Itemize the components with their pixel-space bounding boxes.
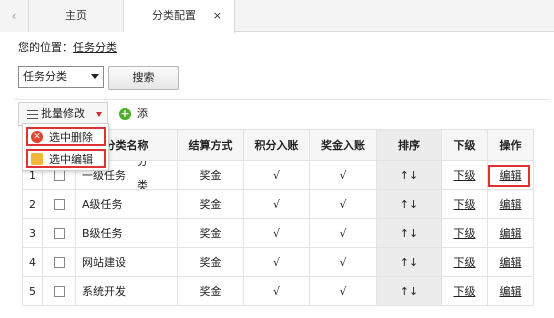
close-icon[interactable]: × bbox=[213, 0, 222, 32]
row-sort-arrows[interactable]: ↑↓ bbox=[376, 276, 442, 306]
row-edit-link[interactable]: 编辑 bbox=[500, 256, 522, 269]
row-op-cell: 编辑 bbox=[487, 189, 534, 219]
row-sub-link[interactable]: 下级 bbox=[454, 256, 476, 269]
delete-icon: ✕ bbox=[31, 131, 43, 143]
row-index: 5 bbox=[22, 276, 43, 306]
col-header-settle: 结算方式 bbox=[177, 129, 244, 161]
menu-item-edit-selected[interactable]: 选中编辑 bbox=[26, 149, 106, 168]
row-checkbox[interactable] bbox=[42, 276, 76, 306]
row-index: 3 bbox=[22, 218, 43, 248]
row-points: √ bbox=[243, 218, 310, 248]
row-index: 4 bbox=[22, 247, 43, 277]
row-op-cell: 编辑 bbox=[487, 218, 534, 248]
col-header-sub: 下级 bbox=[441, 129, 488, 161]
search-button[interactable]: 搜索 bbox=[108, 66, 179, 90]
row-op-cell: 编辑 bbox=[487, 276, 534, 306]
table-row: 5 系统开发 奖金 √ √ ↑↓ 下级 编辑 bbox=[22, 276, 534, 306]
row-name: 网站建设 bbox=[75, 247, 178, 277]
row-sort-arrows[interactable]: ↑↓ bbox=[376, 247, 442, 277]
sort-arrows-icon[interactable]: ↑↓ bbox=[400, 198, 418, 211]
row-bonus: √ bbox=[309, 247, 377, 277]
row-bonus: √ bbox=[309, 276, 377, 306]
row-sort-arrows[interactable]: ↑↓ bbox=[376, 189, 442, 219]
tab-category-config[interactable]: 分类配置 × bbox=[124, 0, 235, 33]
row-sub-cell: 下级 bbox=[441, 160, 488, 190]
breadcrumb-link-task-category[interactable]: 任务分类 bbox=[73, 41, 117, 54]
sort-arrows-icon[interactable]: ↑↓ bbox=[400, 227, 418, 240]
batch-modify-dropdown: ✕ 选中删除 选中编辑 bbox=[22, 123, 109, 171]
col-header-sort[interactable]: 排序 bbox=[376, 129, 442, 161]
row-index: 2 bbox=[22, 189, 43, 219]
list-icon bbox=[27, 110, 38, 119]
row-sub-link[interactable]: 下级 bbox=[454, 169, 476, 182]
row-settle: 奖金 bbox=[177, 247, 244, 277]
tab-scroll-left-button[interactable]: ‹ bbox=[0, 0, 29, 32]
add-category-button[interactable]: + 添加分类 bbox=[119, 102, 148, 192]
chevron-left-icon: ‹ bbox=[11, 9, 17, 23]
breadcrumb-prefix: 您的位置： bbox=[18, 41, 73, 54]
row-sub-cell: 下级 bbox=[441, 189, 488, 219]
row-bonus: √ bbox=[309, 189, 377, 219]
row-checkbox[interactable] bbox=[42, 218, 76, 248]
tab-home[interactable]: 主页 bbox=[29, 0, 124, 32]
row-sub-link[interactable]: 下级 bbox=[454, 227, 476, 240]
row-settle: 奖金 bbox=[177, 160, 244, 190]
col-header-bonus: 奖金入账 bbox=[309, 129, 377, 161]
col-header-points: 积分入账 bbox=[243, 129, 310, 161]
caret-down-icon bbox=[96, 112, 102, 117]
row-bonus: √ bbox=[309, 218, 377, 248]
row-points: √ bbox=[243, 276, 310, 306]
row-settle: 奖金 bbox=[177, 276, 244, 306]
row-points: √ bbox=[243, 247, 310, 277]
row-settle: 奖金 bbox=[177, 189, 244, 219]
breadcrumb: 您的位置：任务分类 bbox=[18, 39, 117, 55]
row-checkbox[interactable] bbox=[42, 247, 76, 277]
row-sub-cell: 下级 bbox=[441, 247, 488, 277]
row-bonus: √ bbox=[309, 160, 377, 190]
row-name: A级任务 bbox=[75, 189, 178, 219]
row-sub-cell: 下级 bbox=[441, 276, 488, 306]
menu-item-delete-selected[interactable]: ✕ 选中删除 bbox=[26, 127, 106, 146]
row-points: √ bbox=[243, 160, 310, 190]
row-sort-arrows[interactable]: ↑↓ bbox=[376, 218, 442, 248]
row-points: √ bbox=[243, 189, 310, 219]
category-select[interactable]: 任务分类 bbox=[18, 66, 104, 88]
col-header-op: 操作 bbox=[487, 129, 534, 161]
row-settle: 奖金 bbox=[177, 218, 244, 248]
row-edit-link[interactable]: 编辑 bbox=[500, 227, 522, 240]
row-checkbox[interactable] bbox=[42, 189, 76, 219]
sort-arrows-icon[interactable]: ↑↓ bbox=[400, 285, 418, 298]
row-sub-cell: 下级 bbox=[441, 218, 488, 248]
edit-link-highlight bbox=[488, 165, 530, 187]
row-sort-arrows[interactable]: ↑↓ bbox=[376, 160, 442, 190]
sort-arrows-icon[interactable]: ↑↓ bbox=[400, 256, 418, 269]
table-row: 3 B级任务 奖金 √ √ ↑↓ 下级 编辑 bbox=[22, 218, 534, 248]
row-name: B级任务 bbox=[75, 218, 178, 248]
sort-arrows-icon[interactable]: ↑↓ bbox=[400, 169, 418, 182]
tab-bar: ‹ 主页 分类配置 × bbox=[0, 0, 554, 33]
row-sub-link[interactable]: 下级 bbox=[454, 198, 476, 211]
table-row: 2 A级任务 奖金 √ √ ↑↓ 下级 编辑 bbox=[22, 189, 534, 219]
row-edit-link[interactable]: 编辑 bbox=[500, 198, 522, 211]
row-sub-link[interactable]: 下级 bbox=[454, 285, 476, 298]
edit-icon bbox=[31, 153, 43, 165]
row-op-cell: 编辑 bbox=[487, 247, 534, 277]
divider bbox=[14, 99, 550, 100]
row-edit-link[interactable]: 编辑 bbox=[500, 285, 522, 298]
chevron-down-icon bbox=[91, 74, 99, 79]
row-name: 系统开发 bbox=[75, 276, 178, 306]
table-row: 4 网站建设 奖金 √ √ ↑↓ 下级 编辑 bbox=[22, 247, 534, 277]
plus-icon: + bbox=[119, 107, 131, 120]
